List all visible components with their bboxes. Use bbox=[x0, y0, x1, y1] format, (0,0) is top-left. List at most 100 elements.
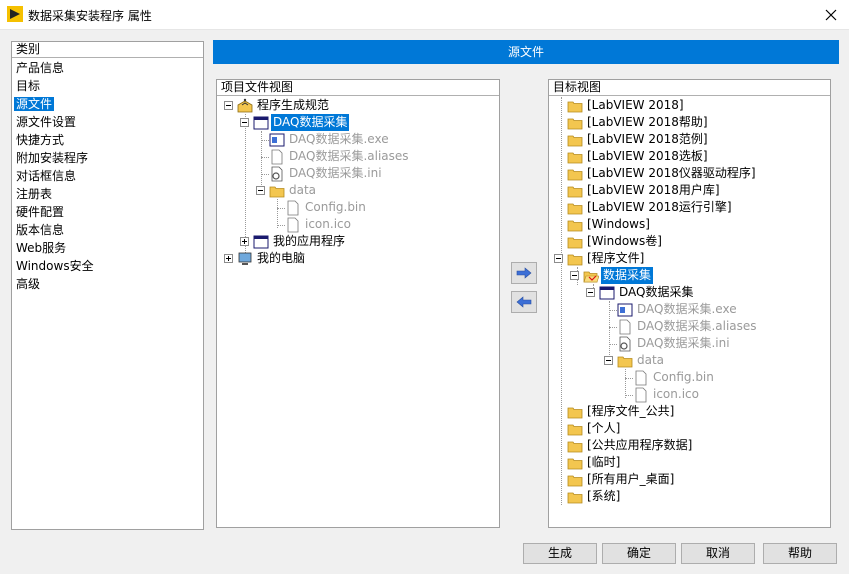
file-icon bbox=[635, 370, 647, 385]
target-folder-labview-userlib[interactable]: [LabVIEW 2018用户库] bbox=[567, 182, 722, 199]
target-folder-windows-volume[interactable]: [Windows卷] bbox=[567, 233, 664, 250]
target-folder-personal[interactable]: [个人] bbox=[567, 420, 622, 437]
tree-item-label: Config.bin bbox=[653, 370, 714, 384]
target-folder-labview-runtime[interactable]: [LabVIEW 2018运行引擎] bbox=[567, 199, 734, 216]
tree-item-label: 我的电脑 bbox=[257, 251, 306, 265]
tree-item-label: [LabVIEW 2018帮助] bbox=[587, 115, 708, 129]
category-item-advanced[interactable]: 高级 bbox=[12, 275, 203, 293]
category-item-destinations[interactable]: 目标 bbox=[12, 77, 203, 95]
tree-item-label: [Windows卷] bbox=[587, 234, 662, 248]
category-item-hardware-config[interactable]: 硬件配置 bbox=[12, 203, 203, 221]
remove-from-target-button[interactable] bbox=[511, 291, 537, 313]
folder-icon bbox=[567, 254, 583, 265]
target-folder-data[interactable]: data bbox=[604, 352, 666, 369]
add-to-target-button[interactable] bbox=[511, 262, 537, 284]
computer-icon bbox=[238, 252, 252, 265]
target-folder-all-users-desktop[interactable]: [所有用户_桌面] bbox=[567, 471, 676, 488]
tree-item-config-bin[interactable]: Config.bin bbox=[285, 199, 368, 216]
target-item-exe[interactable]: DAQ数据采集.exe bbox=[617, 301, 739, 318]
exe-file-icon bbox=[617, 303, 633, 316]
category-item-dialog-info[interactable]: 对话框信息 bbox=[12, 167, 203, 185]
config-file-icon bbox=[619, 336, 631, 351]
title-bar: 数据采集安装程序 属性 bbox=[0, 0, 849, 30]
tree-item-label: [程序文件] bbox=[587, 251, 645, 265]
target-item-config-bin[interactable]: Config.bin bbox=[633, 369, 716, 386]
tree-item-my-computer[interactable]: 我的电脑 bbox=[224, 250, 307, 267]
target-folder-labview-examples[interactable]: [LabVIEW 2018范例] bbox=[567, 131, 710, 148]
collapse-toggle[interactable] bbox=[586, 288, 595, 297]
tree-item-aliases[interactable]: DAQ数据采集.aliases bbox=[269, 148, 411, 165]
arrow-left-icon bbox=[516, 296, 532, 308]
target-item-daq-app[interactable]: DAQ数据采集 bbox=[586, 284, 695, 301]
file-icon bbox=[287, 217, 299, 232]
tree-item-label: DAQ数据采集.ini bbox=[289, 166, 382, 180]
tree-item-build-spec[interactable]: 程序生成规范 bbox=[224, 97, 331, 114]
section-banner: 源文件 bbox=[213, 40, 839, 64]
category-item-shortcuts[interactable]: 快捷方式 bbox=[12, 131, 203, 149]
category-item-web-services[interactable]: Web服务 bbox=[12, 239, 203, 257]
tree-item-exe[interactable]: DAQ数据采集.exe bbox=[269, 131, 391, 148]
target-item-icon-ico[interactable]: icon.ico bbox=[633, 386, 701, 403]
category-item-product-info[interactable]: 产品信息 bbox=[12, 59, 203, 77]
collapse-toggle[interactable] bbox=[240, 118, 249, 127]
target-folder-labview-palettes[interactable]: [LabVIEW 2018选板] bbox=[567, 148, 710, 165]
target-item-ini[interactable]: DAQ数据采集.ini bbox=[617, 335, 732, 352]
tree-item-data-folder[interactable]: data bbox=[256, 182, 318, 199]
target-item-aliases[interactable]: DAQ数据采集.aliases bbox=[617, 318, 759, 335]
target-folder-common-appdata[interactable]: [公共应用程序数据] bbox=[567, 437, 694, 454]
tree-item-label: 程序生成规范 bbox=[257, 98, 330, 112]
tree-item-label: Config.bin bbox=[305, 200, 366, 214]
tree-item-daq-app[interactable]: DAQ数据采集 bbox=[240, 114, 350, 131]
category-item-source-file-settings[interactable]: 源文件设置 bbox=[12, 113, 203, 131]
folder-icon bbox=[567, 186, 583, 197]
category-item-windows-security[interactable]: Windows安全 bbox=[12, 257, 203, 275]
tree-item-my-app[interactable]: 我的应用程序 bbox=[240, 233, 347, 250]
target-folder-windows[interactable]: [Windows] bbox=[567, 216, 652, 233]
ok-button[interactable]: 确定 bbox=[602, 543, 676, 564]
tree-item-label: [LabVIEW 2018运行引擎] bbox=[587, 200, 732, 214]
collapse-toggle[interactable] bbox=[570, 271, 579, 280]
category-item-registry[interactable]: 注册表 bbox=[12, 185, 203, 203]
target-folder-data-acquisition[interactable]: 数据采集 bbox=[570, 267, 654, 284]
folder-icon bbox=[567, 424, 583, 435]
file-icon bbox=[635, 387, 647, 402]
file-icon bbox=[287, 200, 299, 215]
tree-item-label: [LabVIEW 2018范例] bbox=[587, 132, 708, 146]
collapse-toggle[interactable] bbox=[224, 101, 233, 110]
tree-item-label: data bbox=[289, 183, 317, 197]
folder-icon bbox=[617, 356, 633, 367]
category-item-additional-installers[interactable]: 附加安装程序 bbox=[12, 149, 203, 167]
tree-item-ini[interactable]: DAQ数据采集.ini bbox=[269, 165, 384, 182]
cancel-button[interactable]: 取消 bbox=[681, 543, 755, 564]
build-button[interactable]: 生成 bbox=[523, 543, 597, 564]
target-folder-program-files-common[interactable]: [程序文件_公共] bbox=[567, 403, 676, 420]
folder-icon bbox=[567, 475, 583, 486]
tree-item-label: [LabVIEW 2018用户库] bbox=[587, 183, 720, 197]
target-tree: [LabVIEW 2018] [LabVIEW 2018帮助] [LabVIEW… bbox=[549, 97, 830, 527]
target-folder-labview[interactable]: [LabVIEW 2018] bbox=[567, 97, 686, 114]
collapse-toggle[interactable] bbox=[256, 186, 265, 195]
target-folder-program-files[interactable]: [程序文件] bbox=[554, 250, 646, 267]
tree-item-label: [所有用户_桌面] bbox=[587, 472, 675, 486]
collapse-toggle[interactable] bbox=[554, 254, 563, 263]
target-folder-labview-help[interactable]: [LabVIEW 2018帮助] bbox=[567, 114, 710, 131]
close-button[interactable] bbox=[813, 0, 849, 30]
tree-item-label: 数据采集 bbox=[601, 267, 654, 284]
category-item-source-files[interactable]: 源文件 bbox=[12, 95, 203, 113]
collapse-toggle[interactable] bbox=[604, 356, 613, 365]
config-file-icon bbox=[271, 166, 283, 181]
expand-toggle[interactable] bbox=[224, 254, 233, 263]
target-folder-labview-instr[interactable]: [LabVIEW 2018仪器驱动程序] bbox=[567, 165, 758, 182]
tree-item-icon-ico[interactable]: icon.ico bbox=[285, 216, 353, 233]
target-view: 目标视图 [LabVIEW 2018] [LabVIEW 2018帮助] [La… bbox=[548, 79, 831, 528]
target-folder-system[interactable]: [系统] bbox=[567, 488, 622, 505]
expand-toggle[interactable] bbox=[240, 237, 249, 246]
project-tree: 程序生成规范 DAQ数据采集 DAQ数据采集.exe DAQ数据采集.alias… bbox=[217, 97, 499, 527]
exe-file-icon bbox=[269, 133, 285, 146]
help-button[interactable]: 帮助 bbox=[763, 543, 837, 564]
target-folder-temp[interactable]: [临时] bbox=[567, 454, 622, 471]
tree-item-label: icon.ico bbox=[653, 387, 699, 401]
folder-icon bbox=[269, 186, 285, 197]
category-item-version-info[interactable]: 版本信息 bbox=[12, 221, 203, 239]
open-folder-icon bbox=[583, 271, 599, 282]
